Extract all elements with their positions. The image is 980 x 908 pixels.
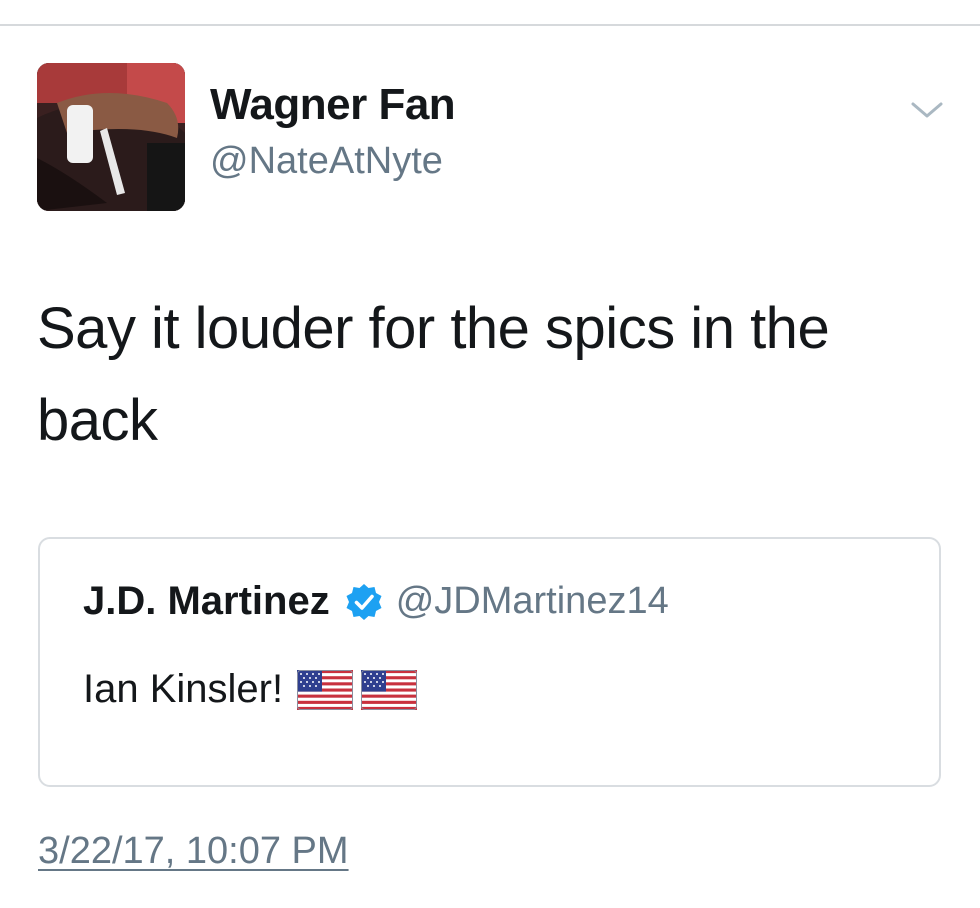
quoted-tweet-header: J.D. Martinez @JDMartinez14 [83,579,669,624]
tweet-menu-button[interactable] [905,92,949,128]
verified-badge-icon [344,582,384,622]
top-divider [0,24,980,26]
author-avatar[interactable] [37,63,185,211]
chevron-down-icon [911,102,943,118]
tweet-text: Say it louder for the spics in the back [37,296,830,453]
tweet-timestamp-link[interactable]: 3/22/17, 10:07 PM [38,830,349,873]
quoted-tweet-card[interactable]: J.D. Martinez @JDMartinez14 Ian Kinsler! [38,537,941,787]
profile-photo-icon [37,63,185,211]
quoted-tweet-body: Ian Kinsler! [83,667,418,712]
quoted-author-handle: @JDMartinez14 [395,580,669,622]
author-handle[interactable]: @NateAtNyte [210,140,443,183]
us-flag-icon [297,669,354,710]
quoted-author-name: J.D. Martinez [83,579,330,623]
quoted-tweet-text: Ian Kinsler! [83,667,284,711]
us-flag-icon [361,669,418,710]
author-display-name[interactable]: Wagner Fan [210,80,456,130]
